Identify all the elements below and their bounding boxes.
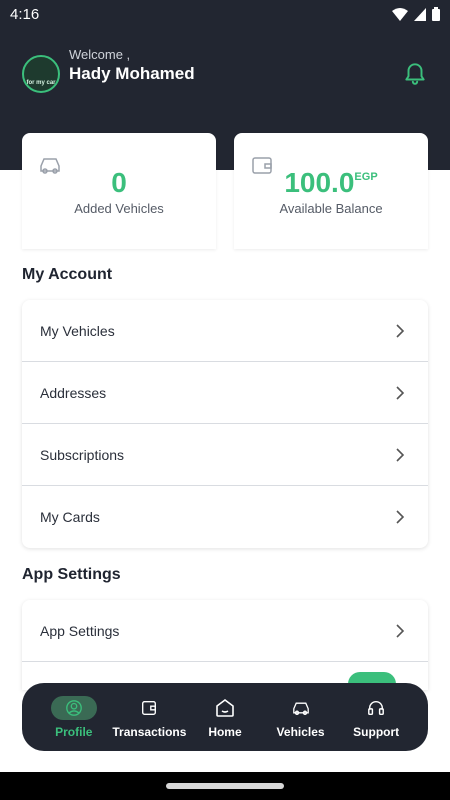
vehicles-count: 0 [111, 167, 127, 198]
wifi-icon [392, 7, 408, 21]
chevron-right-icon [396, 385, 405, 400]
battery-icon [432, 7, 440, 21]
notification-bell-icon[interactable] [402, 60, 428, 86]
signal-icon [414, 7, 426, 21]
menu-item-subscriptions[interactable]: Subscriptions [22, 424, 428, 486]
menu-item-label: App Settings [40, 622, 120, 639]
bottom-navigation: Profile Transactions Home Vehicles Suppo… [22, 683, 428, 751]
nav-label: Support [353, 724, 400, 739]
menu-item-label: My Vehicles [40, 322, 115, 339]
nav-vehicles[interactable]: Vehicles [263, 696, 339, 739]
my-account-title: My Account [22, 266, 113, 283]
app-settings-title: App Settings [22, 566, 121, 583]
chevron-right-icon [396, 447, 405, 462]
menu-item-label: Subscriptions [40, 446, 125, 463]
home-icon [216, 698, 234, 717]
nav-label: Vehicles [276, 724, 325, 739]
menu-item-label: My Cards [40, 509, 100, 525]
nav-support[interactable]: Support [338, 696, 414, 739]
status-bar: 4:16 [0, 0, 450, 28]
wallet-icon [142, 700, 157, 715]
menu-item-my-vehicles[interactable]: My Vehicles [22, 300, 428, 362]
chevron-right-icon [396, 323, 405, 338]
menu-item-label: Addresses [40, 384, 107, 401]
nav-profile[interactable]: Profile [36, 695, 112, 739]
home-gesture-pill[interactable] [166, 783, 284, 789]
status-time: 4:16 [10, 5, 40, 23]
car-icon [292, 702, 309, 715]
balance-label: Available Balance [279, 201, 383, 216]
menu-item-addresses[interactable]: Addresses [22, 362, 428, 424]
available-balance-card[interactable]: 100.0EGP Available Balance [234, 133, 428, 249]
avatar[interactable]: for my car [22, 55, 60, 93]
system-navigation-bar [0, 772, 450, 800]
nav-label: Home [208, 724, 242, 739]
balance-unit: EGP [354, 171, 378, 183]
chevron-right-icon [396, 510, 405, 524]
added-vehicles-card[interactable]: 0 Added Vehicles [22, 133, 216, 249]
balance-value: 100.0EGP [284, 167, 378, 198]
chevron-right-icon [396, 623, 405, 638]
nav-label: Transactions [112, 724, 187, 739]
my-account-list: My Vehicles Addresses Subscriptions My C… [22, 300, 428, 548]
vehicles-label: Added Vehicles [74, 201, 164, 216]
welcome-text: Welcome , [69, 47, 131, 62]
headset-icon [368, 700, 385, 715]
profile-icon [65, 699, 82, 716]
nav-home[interactable]: Home [187, 696, 263, 739]
menu-item-my-cards[interactable]: My Cards [22, 486, 428, 548]
status-icons [392, 7, 440, 21]
nav-label: Profile [55, 724, 93, 739]
app-settings-list: App Settings [22, 600, 428, 690]
user-name: Hady Mohamed [69, 64, 195, 83]
menu-item-app-settings[interactable]: App Settings [22, 600, 428, 662]
nav-transactions[interactable]: Transactions [112, 696, 188, 739]
avatar-logo-text: for my car [26, 80, 56, 86]
